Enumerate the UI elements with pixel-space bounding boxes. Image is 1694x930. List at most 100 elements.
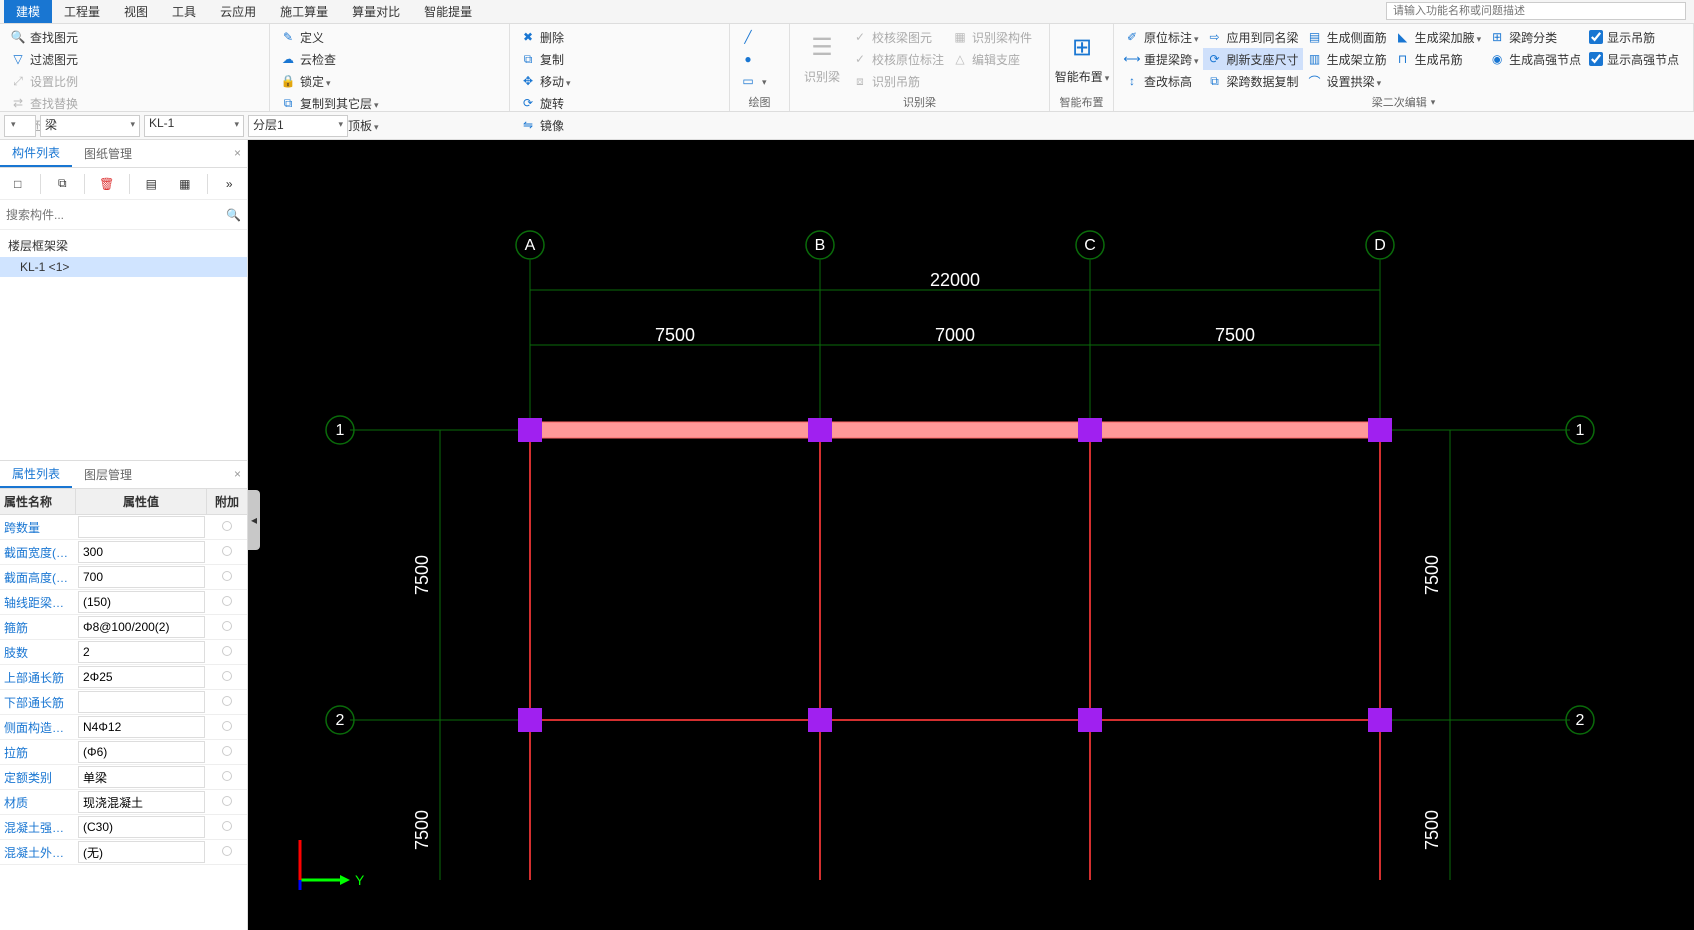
layer-button-2[interactable]: ▦ <box>169 170 201 198</box>
lock-button[interactable]: 🔒锁定 <box>276 70 383 92</box>
gen-stirrup-button[interactable]: ⊓生成吊筋 <box>1391 48 1486 70</box>
selector-component[interactable]: KL-1 <box>144 115 244 137</box>
cloud-check-button[interactable]: ☁云检查 <box>276 48 383 70</box>
component-search-input[interactable] <box>6 208 226 222</box>
property-extra-toggle[interactable] <box>222 646 232 656</box>
property-value-input[interactable] <box>78 691 205 713</box>
gen-hs-node-button[interactable]: ◉生成高强节点 <box>1485 48 1585 70</box>
show-hs-node-checkbox[interactable]: 显示高强节点 <box>1585 48 1683 70</box>
property-value-input[interactable] <box>78 641 205 663</box>
tab-layer-manage[interactable]: 图层管理 <box>72 461 144 488</box>
point-button[interactable]: ● <box>736 48 771 70</box>
property-extra-toggle[interactable] <box>222 546 232 556</box>
close-icon[interactable]: × <box>234 467 241 481</box>
edit-support-button[interactable]: △编辑支座 <box>948 48 1036 70</box>
menu-view[interactable]: 视图 <box>112 0 160 23</box>
rotate-button[interactable]: ⟳旋转 <box>516 92 575 114</box>
orig-mark-button[interactable]: ✐原位标注 <box>1120 26 1203 48</box>
property-value-input[interactable] <box>78 541 205 563</box>
tab-drawing-manage[interactable]: 图纸管理 <box>72 140 144 167</box>
panel-collapse-handle[interactable]: ◂ <box>248 490 260 550</box>
property-extra-toggle[interactable] <box>222 671 232 681</box>
property-value-input[interactable] <box>78 616 205 638</box>
canvas-area[interactable]: ◂ ABCD1122220007500700075007500750075007… <box>248 140 1694 930</box>
property-extra-toggle[interactable] <box>222 796 232 806</box>
more-button[interactable]: » <box>214 170 246 198</box>
menu-quantity[interactable]: 工程量 <box>52 0 112 23</box>
property-value-input[interactable] <box>78 566 205 588</box>
set-arch-beam-button[interactable]: ⌒设置拱梁 <box>1303 70 1391 92</box>
property-extra-toggle[interactable] <box>222 846 232 856</box>
check-mark-button[interactable]: ✓校核原位标注 <box>848 48 948 70</box>
find-replace-button[interactable]: ⇄查找替换 <box>6 92 114 114</box>
property-value-input[interactable] <box>78 591 205 613</box>
ribbon-search-input[interactable] <box>1386 2 1686 20</box>
search-icon[interactable]: 🔍 <box>226 208 241 222</box>
gen-haunch-button[interactable]: ◣生成梁加腋 <box>1391 26 1486 48</box>
property-header: 属性名称 属性值 附加 <box>0 489 247 515</box>
change-elevation-button[interactable]: ↕查改标高 <box>1120 70 1203 92</box>
property-value-input[interactable] <box>78 716 205 738</box>
line-button[interactable]: ╱ <box>736 26 771 48</box>
find-element-button[interactable]: 🔍查找图元 <box>6 26 114 48</box>
property-value-input[interactable] <box>78 816 205 838</box>
tab-property[interactable]: 属性列表 <box>0 461 72 488</box>
identify-component-button[interactable]: ▦识别梁构件 <box>948 26 1036 48</box>
smart-layout-button[interactable]: ⊞ 智能布置 <box>1056 26 1108 90</box>
tree-root[interactable]: 楼层框架梁 <box>0 234 247 257</box>
new-button[interactable]: □ <box>2 170 34 198</box>
define-button[interactable]: ✎定义 <box>276 26 383 48</box>
copy-button[interactable]: ⧉复制 <box>516 48 575 70</box>
span-classify-button[interactable]: ⊞梁跨分类 <box>1485 26 1585 48</box>
property-extra-toggle[interactable] <box>222 696 232 706</box>
layer-button[interactable]: ▤ <box>136 170 168 198</box>
menu-tools[interactable]: 工具 <box>160 0 208 23</box>
copy-component-button[interactable]: ⧉ <box>47 170 79 198</box>
menu-construction[interactable]: 施工算量 <box>268 0 340 23</box>
tab-component-list[interactable]: 构件列表 <box>0 140 72 167</box>
filter-element-button[interactable]: ▽过滤图元 <box>6 48 114 70</box>
menu-smart[interactable]: 智能提量 <box>412 0 484 23</box>
property-extra-toggle[interactable] <box>222 821 232 831</box>
delete-component-button[interactable]: 🗑 <box>91 170 123 198</box>
rect-button[interactable]: ▭ <box>736 70 771 92</box>
menu-cloud[interactable]: 云应用 <box>208 0 268 23</box>
copy-layer-button[interactable]: ⧉复制到其它层 <box>276 92 383 114</box>
check-beam-button[interactable]: ✓校核梁图元 <box>848 26 948 48</box>
property-value-input[interactable] <box>78 516 205 538</box>
property-extra-toggle[interactable] <box>222 571 232 581</box>
refresh-support-button[interactable]: ⟳刷新支座尺寸 <box>1203 48 1303 70</box>
close-icon[interactable]: × <box>234 146 241 160</box>
copy-span-data-button[interactable]: ⧉梁跨数据复制 <box>1203 70 1303 92</box>
property-extra-toggle[interactable] <box>222 721 232 731</box>
identify-stirrup-button[interactable]: ⧈识别吊筋 <box>848 70 948 92</box>
mirror-button[interactable]: ⇋镜像 <box>516 114 575 136</box>
property-extra-toggle[interactable] <box>222 746 232 756</box>
identify-beam-big-button[interactable]: ☰ 识别梁 <box>796 26 848 90</box>
show-stirrup-checkbox[interactable]: 显示吊筋 <box>1585 26 1683 48</box>
menu-model[interactable]: 建模 <box>4 0 52 23</box>
redetect-span-button[interactable]: ⟷重提梁跨 <box>1120 48 1203 70</box>
property-extra-toggle[interactable] <box>222 596 232 606</box>
property-extra-toggle[interactable] <box>222 621 232 631</box>
selector-category[interactable]: 梁 <box>40 115 140 137</box>
delete-button[interactable]: ✖删除 <box>516 26 575 48</box>
selector-1[interactable] <box>4 115 36 137</box>
property-value-input[interactable] <box>78 841 205 863</box>
property-extra-toggle[interactable] <box>222 521 232 531</box>
tree-item-kl1[interactable]: KL-1 <1> <box>0 257 247 277</box>
drawing-canvas[interactable]: ABCD112222000750070007500750075007500750… <box>248 140 1694 930</box>
property-value-input[interactable] <box>78 766 205 788</box>
property-value-input[interactable] <box>78 791 205 813</box>
apply-same-name-button[interactable]: ⇨应用到同名梁 <box>1203 26 1303 48</box>
search-icon: 🔍 <box>10 29 26 45</box>
selector-layer[interactable]: 分层1 <box>248 115 348 137</box>
set-scale-button[interactable]: ⤢设置比例 <box>6 70 114 92</box>
property-extra-toggle[interactable] <box>222 771 232 781</box>
gen-erect-rebar-button[interactable]: ▥生成架立筋 <box>1303 48 1391 70</box>
property-value-input[interactable] <box>78 666 205 688</box>
menu-compare[interactable]: 算量对比 <box>340 0 412 23</box>
move-button[interactable]: ✥移动 <box>516 70 575 92</box>
property-value-input[interactable] <box>78 741 205 763</box>
gen-side-rebar-button[interactable]: ▤生成侧面筋 <box>1303 26 1391 48</box>
